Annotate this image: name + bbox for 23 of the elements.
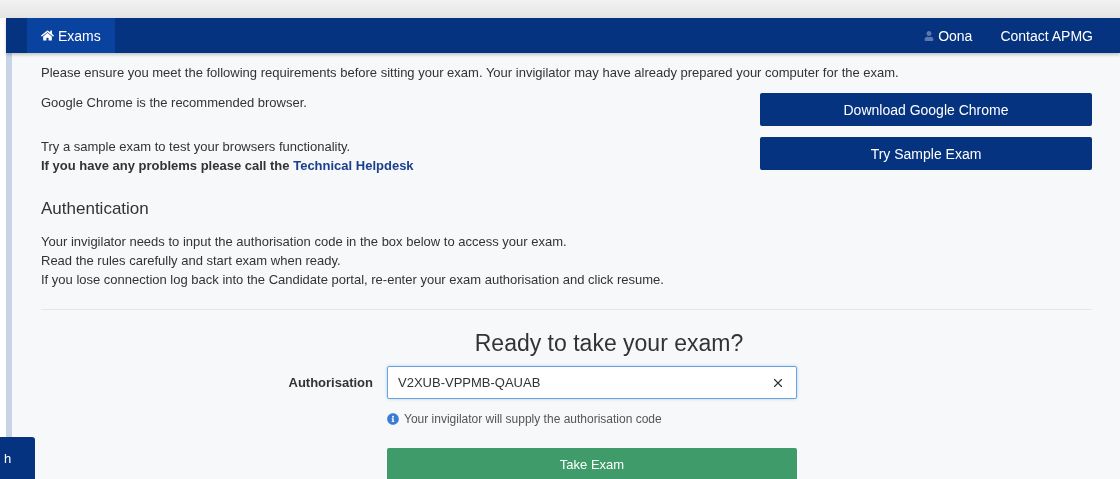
section-heading: Authentication	[41, 199, 150, 219]
clear-icon[interactable]	[771, 376, 785, 390]
help-text: Your invigilator will supply the authorisation code	[404, 412, 662, 426]
user-icon	[924, 30, 935, 41]
exams-tab[interactable]: Exams	[27, 18, 115, 53]
contact-link[interactable]: Contact APMG	[986, 18, 1120, 53]
info-icon	[387, 413, 399, 425]
home-icon	[41, 29, 54, 42]
instruction-text: If you lose connection log back into the Candidate portal, re-enter your exam authorisation and click resume.	[41, 271, 665, 289]
user-link[interactable]: Oona	[910, 18, 987, 53]
instruction-text: Read the rules carefully and start exam when ready.	[41, 252, 342, 270]
form-heading: Ready to take your exam?	[473, 330, 745, 357]
intro-text: Please ensure you meet the following requirements before sitting your exam. Your invigilator may have already prepared your computer for the exam.	[41, 64, 900, 82]
action-button[interactable]: Download Google Chrome	[760, 93, 1092, 126]
field-label: Authorisation	[287, 375, 373, 390]
action-button[interactable]: Try Sample Exam	[760, 137, 1092, 170]
problems-note: If you have any problems please call the Technical Helpdesk	[41, 157, 414, 175]
sample-note: Try a sample exam to test your browsers functionality.	[41, 138, 352, 156]
side-tab[interactable]: h	[0, 437, 35, 479]
authorisation-field[interactable]: V2XUB-VPPMB-QAUAB	[387, 366, 797, 399]
helpdesk-link[interactable]: Technical Helpdesk	[293, 158, 414, 173]
browser-note: Google Chrome is the recommended browser.	[41, 94, 308, 112]
instruction-text: Your invigilator needs to input the authorisation code in the box below to access your exam.	[41, 233, 568, 251]
